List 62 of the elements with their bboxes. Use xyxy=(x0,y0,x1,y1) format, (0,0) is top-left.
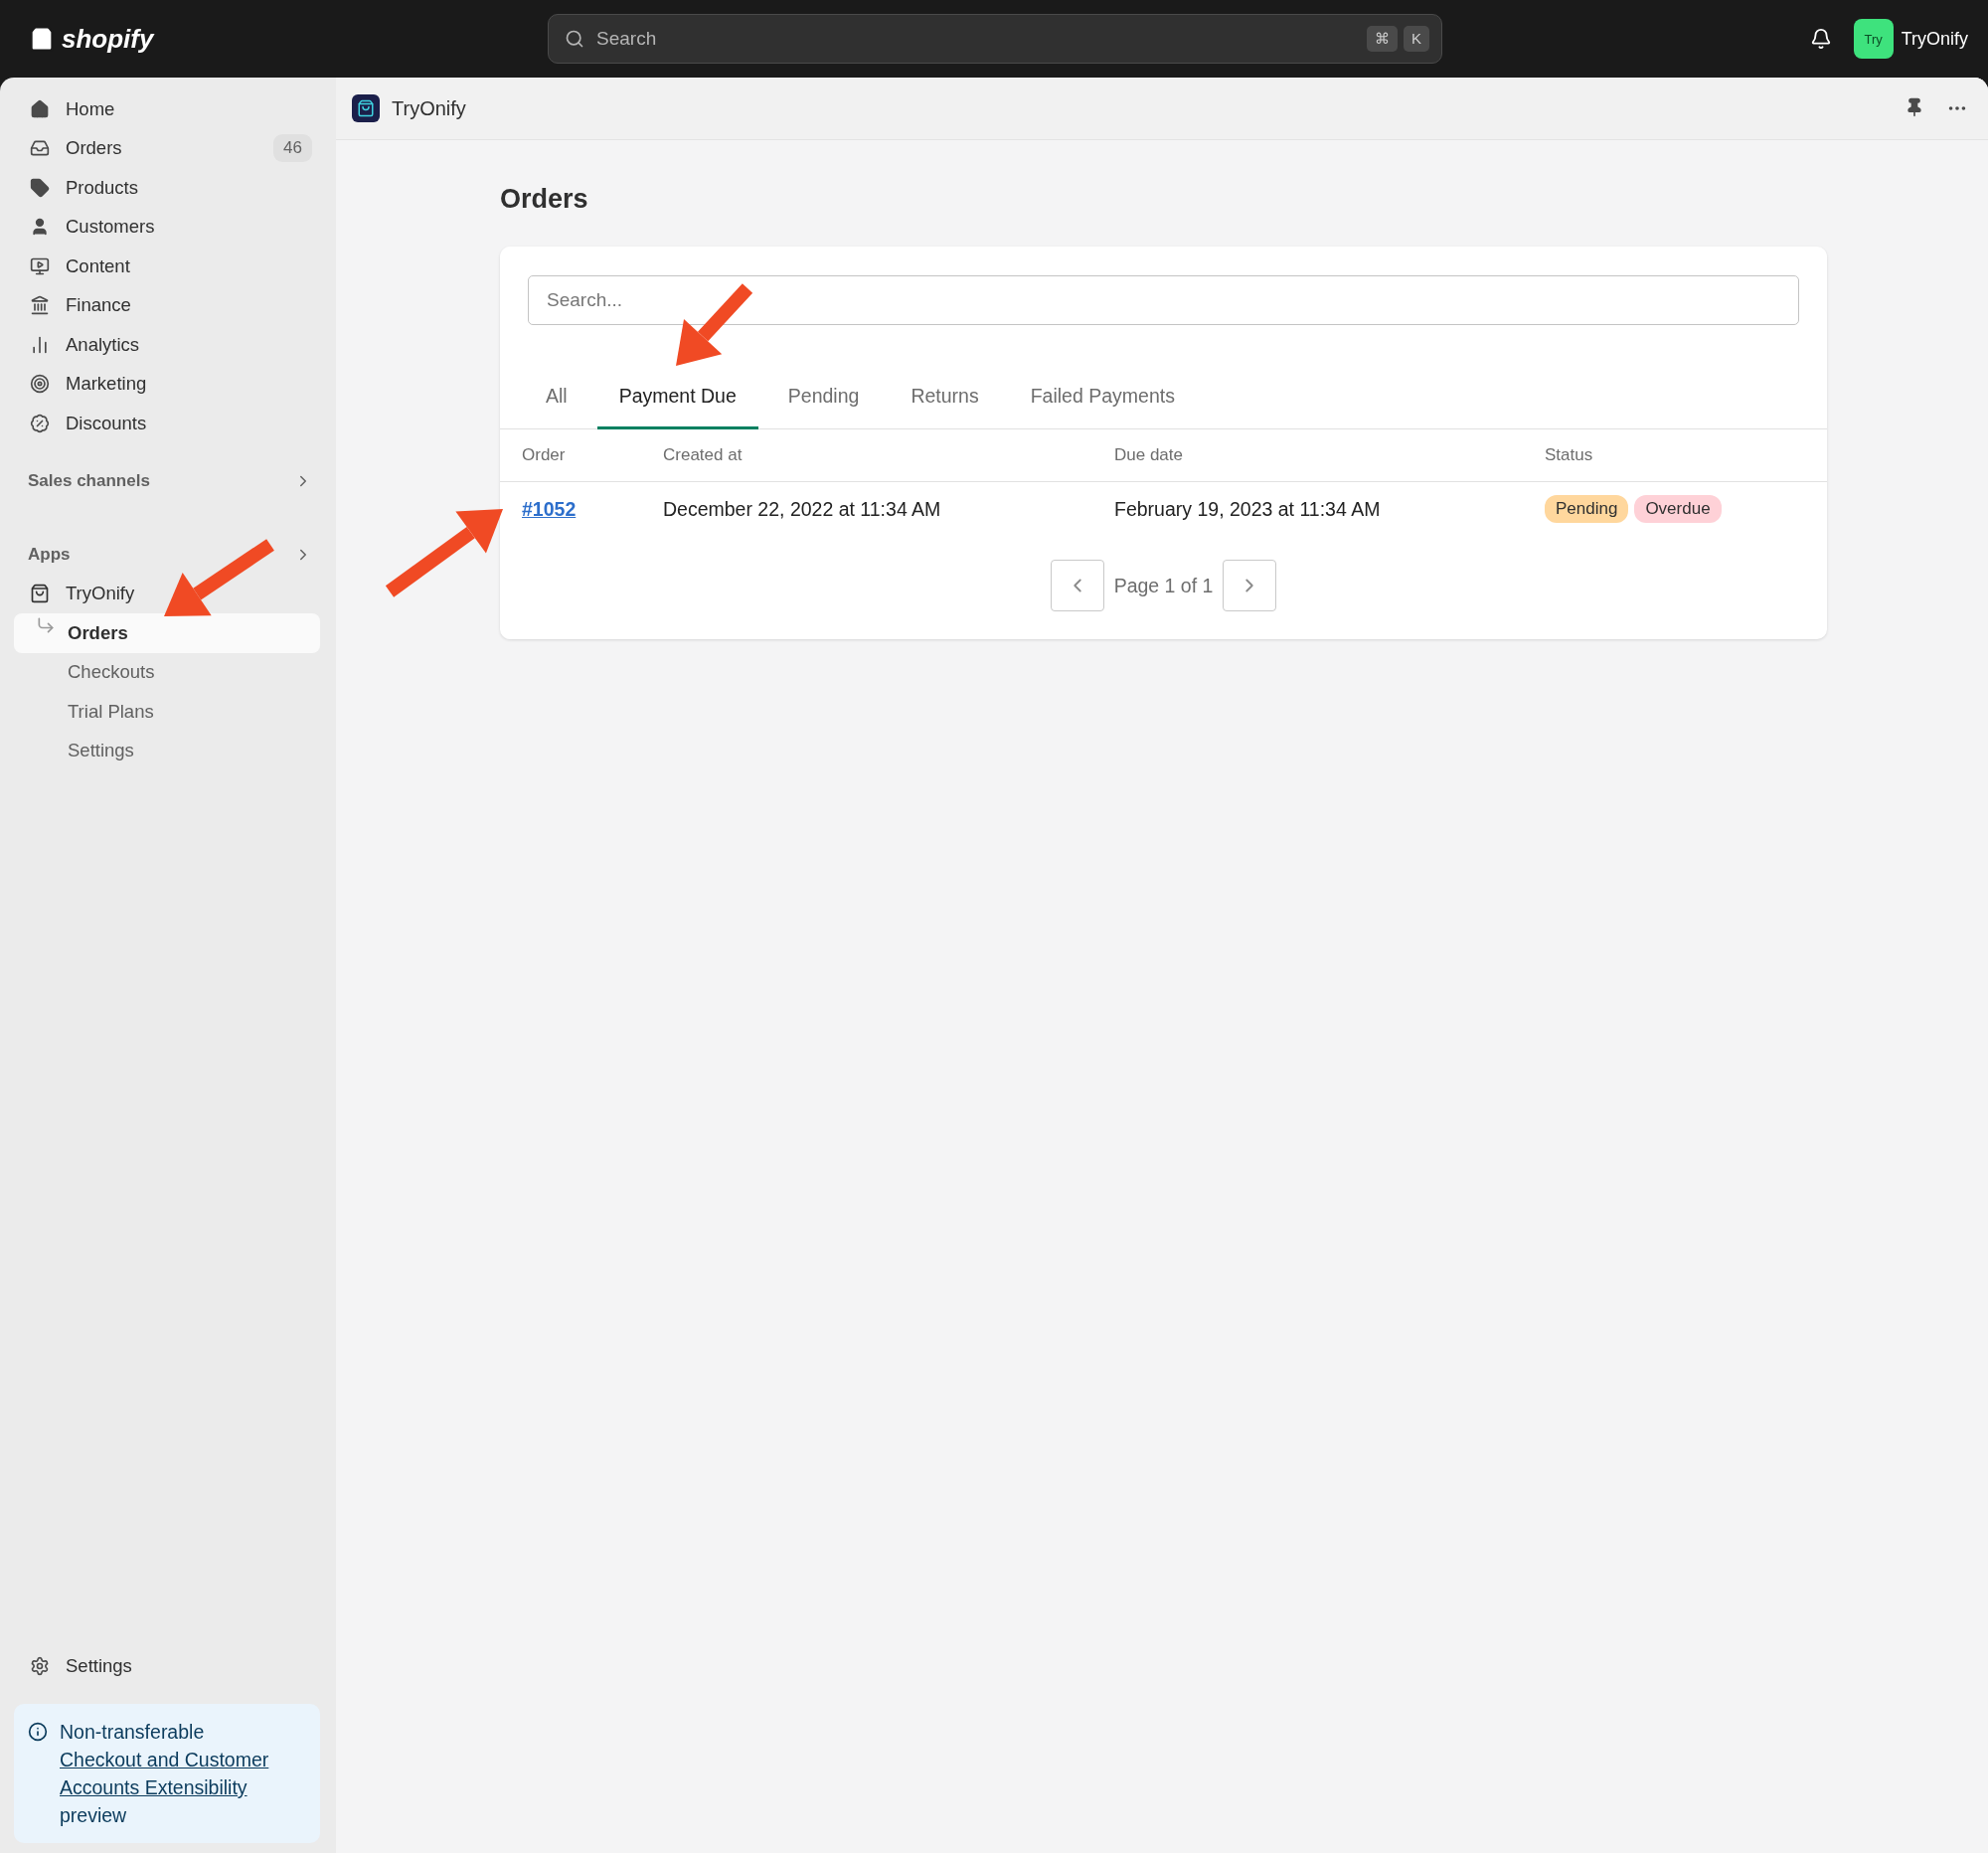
pin-icon[interactable] xyxy=(1905,97,1924,117)
column-header: Order xyxy=(522,444,567,466)
bank-icon xyxy=(30,295,50,316)
image-icon xyxy=(30,255,50,276)
search-field[interactable]: Search... xyxy=(528,275,1799,325)
page-label: Page 1 of 1 xyxy=(1113,574,1214,597)
order-link[interactable]: #1052 xyxy=(522,497,577,521)
app-icon xyxy=(352,94,380,122)
store-avatar[interactable]: Try xyxy=(1853,19,1894,59)
app-title: TryOnify xyxy=(392,96,466,120)
nav-item[interactable]: Customers xyxy=(14,207,320,247)
shortcut-key: ⌘ xyxy=(1367,26,1398,52)
person-icon xyxy=(30,217,50,238)
nav-item[interactable]: Settings xyxy=(14,1646,320,1686)
info-icon xyxy=(28,1722,48,1742)
search-icon xyxy=(565,29,584,49)
app-nav-item[interactable]: TryOnify xyxy=(14,574,320,613)
nav-item[interactable]: Orders 46 xyxy=(14,128,320,168)
nav-item[interactable]: Content xyxy=(14,247,320,286)
search-field[interactable]: Search ⌘ K xyxy=(548,14,1442,64)
status-badge: Pending xyxy=(1545,495,1629,523)
shopify-logo[interactable]: shopify xyxy=(28,23,548,55)
status-badge: Overdue xyxy=(1634,495,1722,523)
nav-item[interactable]: Marketing xyxy=(14,364,320,404)
sub-nav-item[interactable]: Orders xyxy=(14,613,320,653)
nav-item[interactable]: Finance xyxy=(14,285,320,325)
tab[interactable]: All xyxy=(524,365,589,429)
sub-nav-item[interactable]: Trial Plans xyxy=(14,692,320,732)
tab[interactable]: Payment Due xyxy=(596,365,758,429)
home-icon xyxy=(30,98,50,119)
page-title: Orders xyxy=(500,184,589,215)
table-cell-text: February 19, 2023 at 11:34 AM xyxy=(1114,496,1382,522)
target-icon xyxy=(30,374,50,395)
tab[interactable]: Pending xyxy=(765,365,882,429)
sub-nav-item[interactable]: Settings xyxy=(14,731,320,770)
nav-item[interactable]: Discounts xyxy=(14,404,320,443)
bar-chart-icon xyxy=(30,334,50,355)
column-header: Created at xyxy=(663,444,744,466)
nav-item[interactable]: Products xyxy=(14,168,320,208)
section-header[interactable]: Sales channels xyxy=(14,460,320,501)
percent-badge-icon xyxy=(30,413,50,433)
nav-item[interactable]: Home xyxy=(14,89,320,129)
section-header[interactable]: Apps xyxy=(14,534,320,575)
settings-icon xyxy=(30,1656,50,1677)
search-placeholder: Search xyxy=(596,28,657,50)
column-header: Status xyxy=(1545,444,1594,466)
notice-text: Non-transferable xyxy=(60,1720,206,1745)
shortcut-key: K xyxy=(1404,26,1429,52)
table-cell-text: December 22, 2022 at 11:34 AM xyxy=(663,496,942,522)
tab[interactable]: Returns xyxy=(889,365,1001,429)
nav-item[interactable]: Analytics xyxy=(14,325,320,365)
store-name[interactable]: TryOnify xyxy=(1901,28,1968,50)
count-badge: 46 xyxy=(273,134,312,163)
tag-icon xyxy=(30,177,50,198)
notice-text: preview xyxy=(60,1803,128,1828)
inbox-icon xyxy=(30,138,50,159)
bell-icon[interactable] xyxy=(1809,28,1832,50)
sub-nav-item[interactable]: Checkouts xyxy=(14,652,320,692)
branch-arrow-icon xyxy=(36,615,56,635)
tab[interactable]: Failed Payments xyxy=(1008,365,1197,429)
column-header: Due date xyxy=(1114,444,1184,466)
bag-icon xyxy=(30,584,50,604)
